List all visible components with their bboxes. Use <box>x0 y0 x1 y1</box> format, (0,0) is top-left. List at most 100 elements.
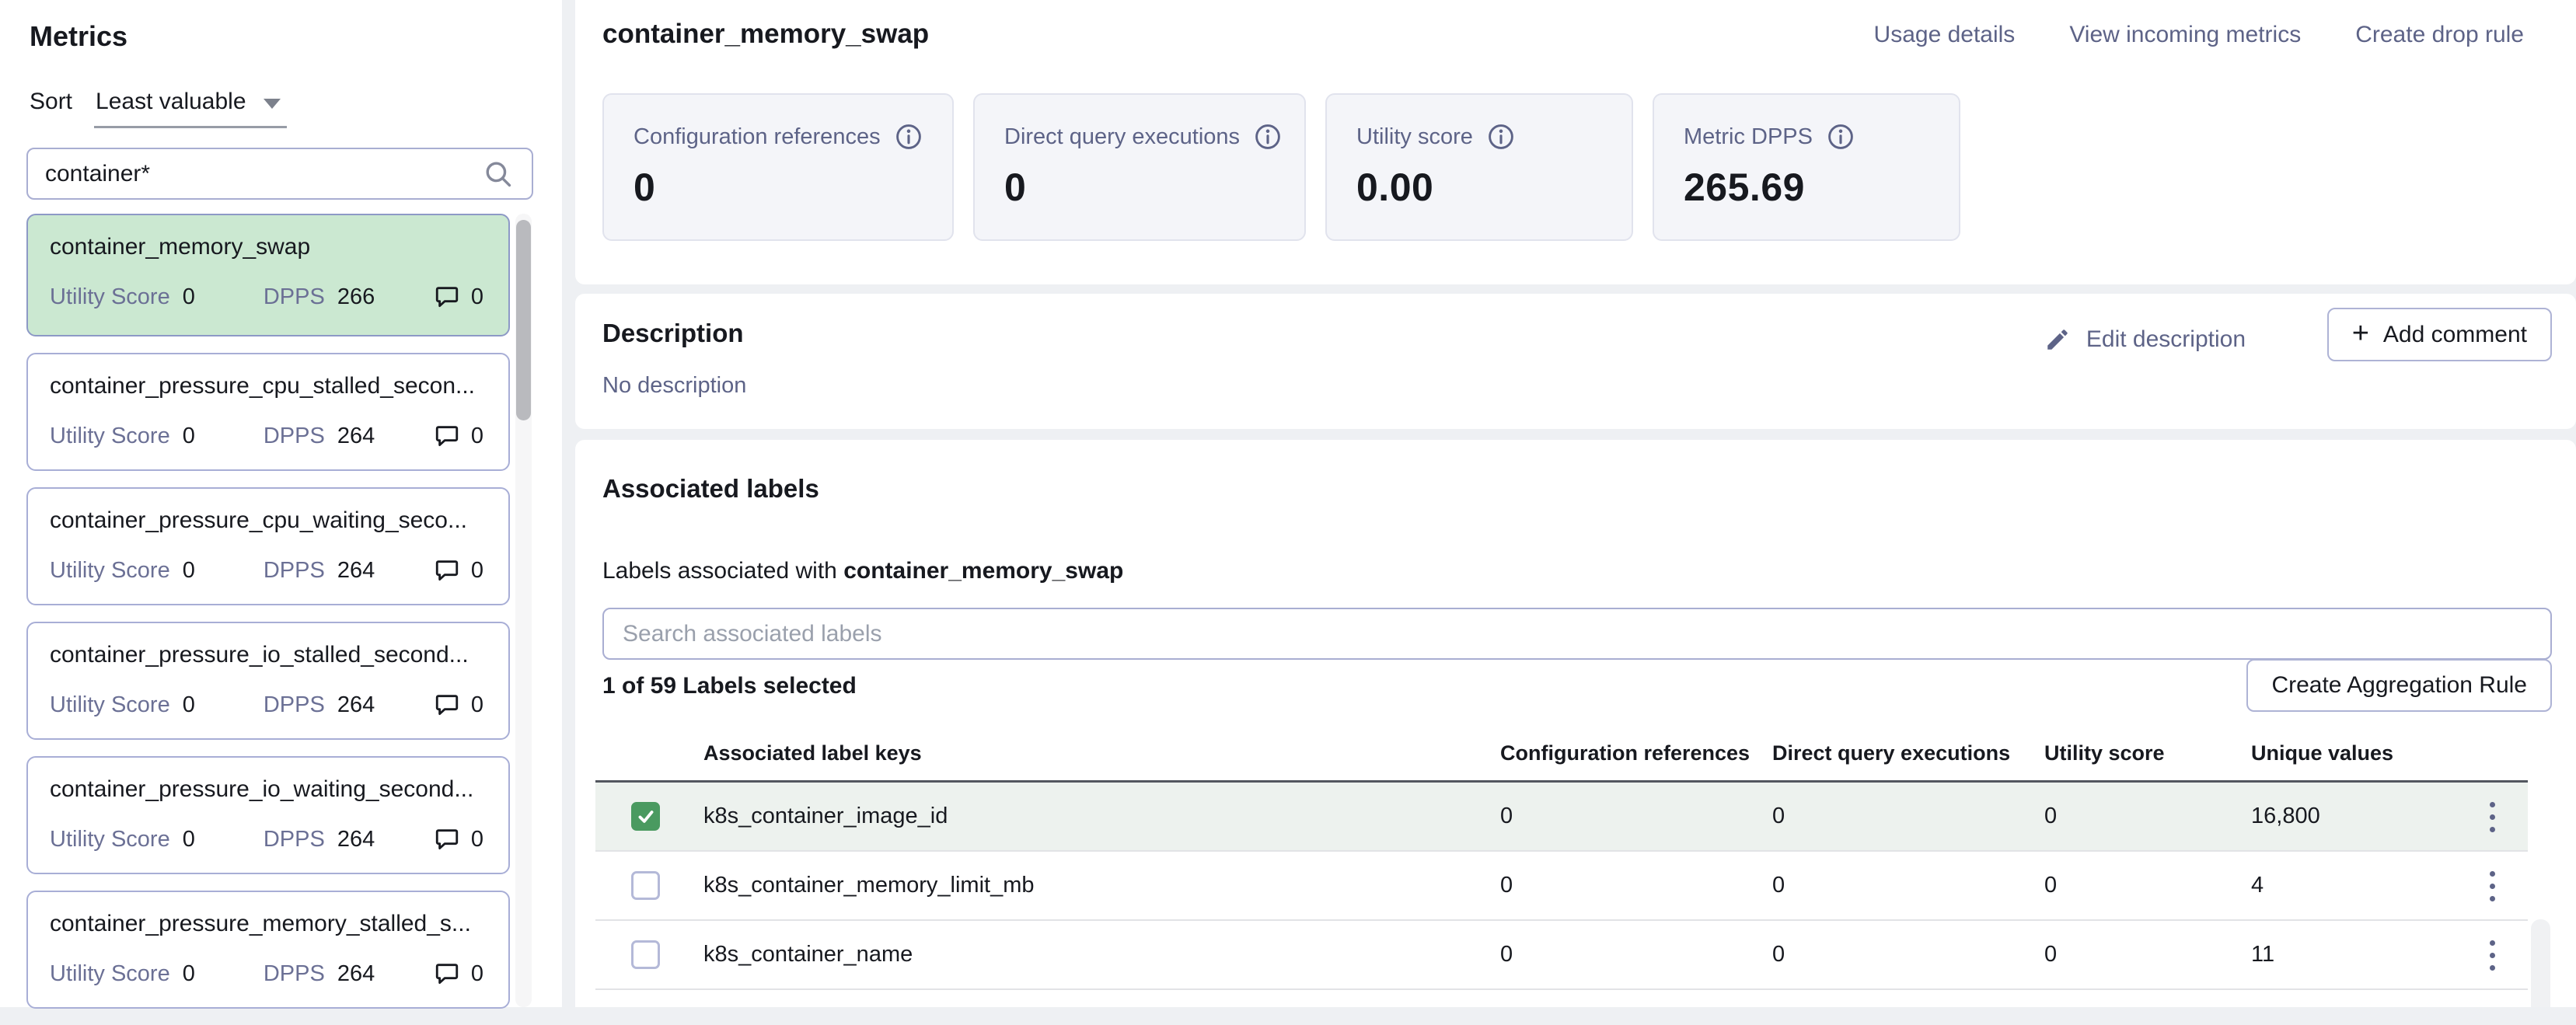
dpps-label: DPPS <box>264 827 325 852</box>
create-drop-rule-link[interactable]: Create drop rule <box>2355 22 2524 48</box>
stat-value: 0.00 <box>1356 165 1602 210</box>
unique-values-value: 11 <box>2251 942 2274 967</box>
metric-search-input[interactable] <box>45 161 482 187</box>
column-header-label-keys: Associated label keys <box>703 741 922 765</box>
row-checkbox[interactable] <box>631 802 660 831</box>
label-key: k8s_container_name <box>703 942 913 967</box>
dpps-value: 264 <box>337 424 375 449</box>
comment-count: 0 <box>471 961 483 987</box>
description-heading: Description <box>602 319 744 348</box>
table-row[interactable]: k8s_container_image_id 0 0 0 16,800 <box>595 783 2528 852</box>
metric-name: container_pressure_cpu_waiting_seco... <box>50 507 487 534</box>
utility-score-label: Utility Score <box>50 558 170 584</box>
table-header: Associated label keys Configuration refe… <box>595 723 2528 783</box>
row-menu-button[interactable] <box>2472 793 2512 840</box>
selection-summary: 1 of 59 Labels selected <box>602 673 857 699</box>
config-refs-value: 0 <box>1500 942 1513 967</box>
utility-score-label: Utility Score <box>50 827 170 852</box>
column-header-unique-values: Unique values <box>2251 741 2393 765</box>
metric-card[interactable]: container_pressure_memory_stalled_s... U… <box>26 891 510 1009</box>
table-scrollbar[interactable] <box>2531 919 2550 1007</box>
metric-card[interactable]: container_pressure_cpu_stalled_secon... … <box>26 353 510 471</box>
sort-row: Sort Least valuable <box>30 87 287 128</box>
stat-card-utility-score: Utility score 0.00 <box>1325 93 1633 241</box>
utility-score-value: 0 <box>183 424 195 449</box>
stat-label: Utility score <box>1356 124 1473 150</box>
metric-name: container_pressure_io_waiting_second... <box>50 776 487 803</box>
create-aggregation-rule-button[interactable]: Create Aggregation Rule <box>2246 659 2552 712</box>
utility-score-value: 0 <box>183 692 195 718</box>
unique-values-value: 16,800 <box>2251 804 2320 829</box>
table-row[interactable]: k8s_container_name 0 0 0 11 <box>595 921 2528 990</box>
metrics-sidebar: Metrics Sort Least valuable container_me… <box>0 0 562 1007</box>
table-row[interactable]: k8s_container_memory_limit_mb 0 0 0 4 <box>595 852 2528 921</box>
row-menu-button[interactable] <box>2472 932 2512 978</box>
utility-score-label: Utility Score <box>50 692 170 718</box>
utility-score-value: 0 <box>183 961 195 987</box>
chevron-down-icon <box>264 99 281 109</box>
label-key: k8s_container_image_id <box>703 804 948 829</box>
sidebar-scrollbar-thumb[interactable] <box>516 220 531 420</box>
comment-count: 0 <box>471 558 483 584</box>
info-icon[interactable] <box>895 123 923 151</box>
dpps-label: DPPS <box>264 558 325 584</box>
info-icon[interactable] <box>1487 123 1515 151</box>
comment-count: 0 <box>471 692 483 718</box>
edit-description-label: Edit description <box>2086 326 2246 353</box>
metric-card[interactable]: container_pressure_io_waiting_second... … <box>26 756 510 874</box>
stat-label: Configuration references <box>634 124 881 150</box>
comment-icon <box>434 423 460 449</box>
comment-icon <box>434 961 460 987</box>
metric-card[interactable]: container_memory_swap Utility Score 0 DP… <box>26 214 510 336</box>
edit-description-button[interactable]: Edit description <box>2044 326 2246 353</box>
utility-score-label: Utility Score <box>50 961 170 987</box>
utility-score-value: 0 <box>2044 804 2057 829</box>
utility-score-value: 0 <box>183 284 195 310</box>
usage-details-link[interactable]: Usage details <box>1874 22 2016 48</box>
metric-header-panel: container_memory_swap Usage details View… <box>575 0 2576 284</box>
view-incoming-metrics-link[interactable]: View incoming metrics <box>2069 22 2301 48</box>
metric-card[interactable]: container_pressure_cpu_waiting_seco... U… <box>26 487 510 605</box>
plus-icon: + <box>2352 319 2369 348</box>
page-title: container_memory_swap <box>602 19 929 50</box>
label-search-box <box>602 608 2552 660</box>
row-checkbox[interactable] <box>631 871 660 900</box>
add-comment-button[interactable]: + Add comment <box>2327 308 2552 361</box>
stat-value: 265.69 <box>1684 165 1929 210</box>
labels-table: Associated label keys Configuration refe… <box>595 723 2528 990</box>
info-icon[interactable] <box>1254 123 1282 151</box>
labels-subtitle: Labels associated with container_memory_… <box>602 558 1123 584</box>
row-checkbox[interactable] <box>631 940 660 969</box>
config-refs-value: 0 <box>1500 873 1513 898</box>
utility-score-label: Utility Score <box>50 284 170 310</box>
add-comment-label: Add comment <box>2383 322 2527 348</box>
utility-score-value: 0 <box>183 827 195 852</box>
associated-labels-heading: Associated labels <box>602 474 819 504</box>
direct-queries-value: 0 <box>1772 942 1785 967</box>
label-key: k8s_container_memory_limit_mb <box>703 873 1035 898</box>
stat-card-metric-dpps: Metric DPPS 265.69 <box>1653 93 1960 241</box>
description-body: No description <box>602 373 746 399</box>
column-header-config-refs: Configuration references <box>1500 741 1750 765</box>
dpps-label: DPPS <box>264 961 325 987</box>
column-header-utility-score: Utility score <box>2044 741 2165 765</box>
label-search-input[interactable] <box>623 621 2532 647</box>
dpps-label: DPPS <box>264 692 325 718</box>
comment-count: 0 <box>471 827 483 852</box>
metric-search-box <box>26 148 533 200</box>
sort-value: Least valuable <box>96 89 246 115</box>
associated-labels-panel: Associated labels Labels associated with… <box>575 440 2576 1007</box>
dpps-value: 266 <box>337 284 375 310</box>
description-panel: Description No description Edit descript… <box>575 294 2576 429</box>
dpps-value: 264 <box>337 961 375 987</box>
sort-label: Sort <box>30 87 72 115</box>
comment-icon <box>434 557 460 584</box>
metric-card[interactable]: container_pressure_io_stalled_second... … <box>26 622 510 740</box>
info-icon[interactable] <box>1827 123 1855 151</box>
row-menu-button[interactable] <box>2472 863 2512 909</box>
metric-name: container_memory_swap <box>50 234 487 260</box>
direct-queries-value: 0 <box>1772 804 1785 829</box>
unique-values-value: 4 <box>2251 873 2264 898</box>
sort-dropdown[interactable]: Least valuable <box>94 87 286 128</box>
column-header-direct-queries: Direct query executions <box>1772 741 2010 765</box>
